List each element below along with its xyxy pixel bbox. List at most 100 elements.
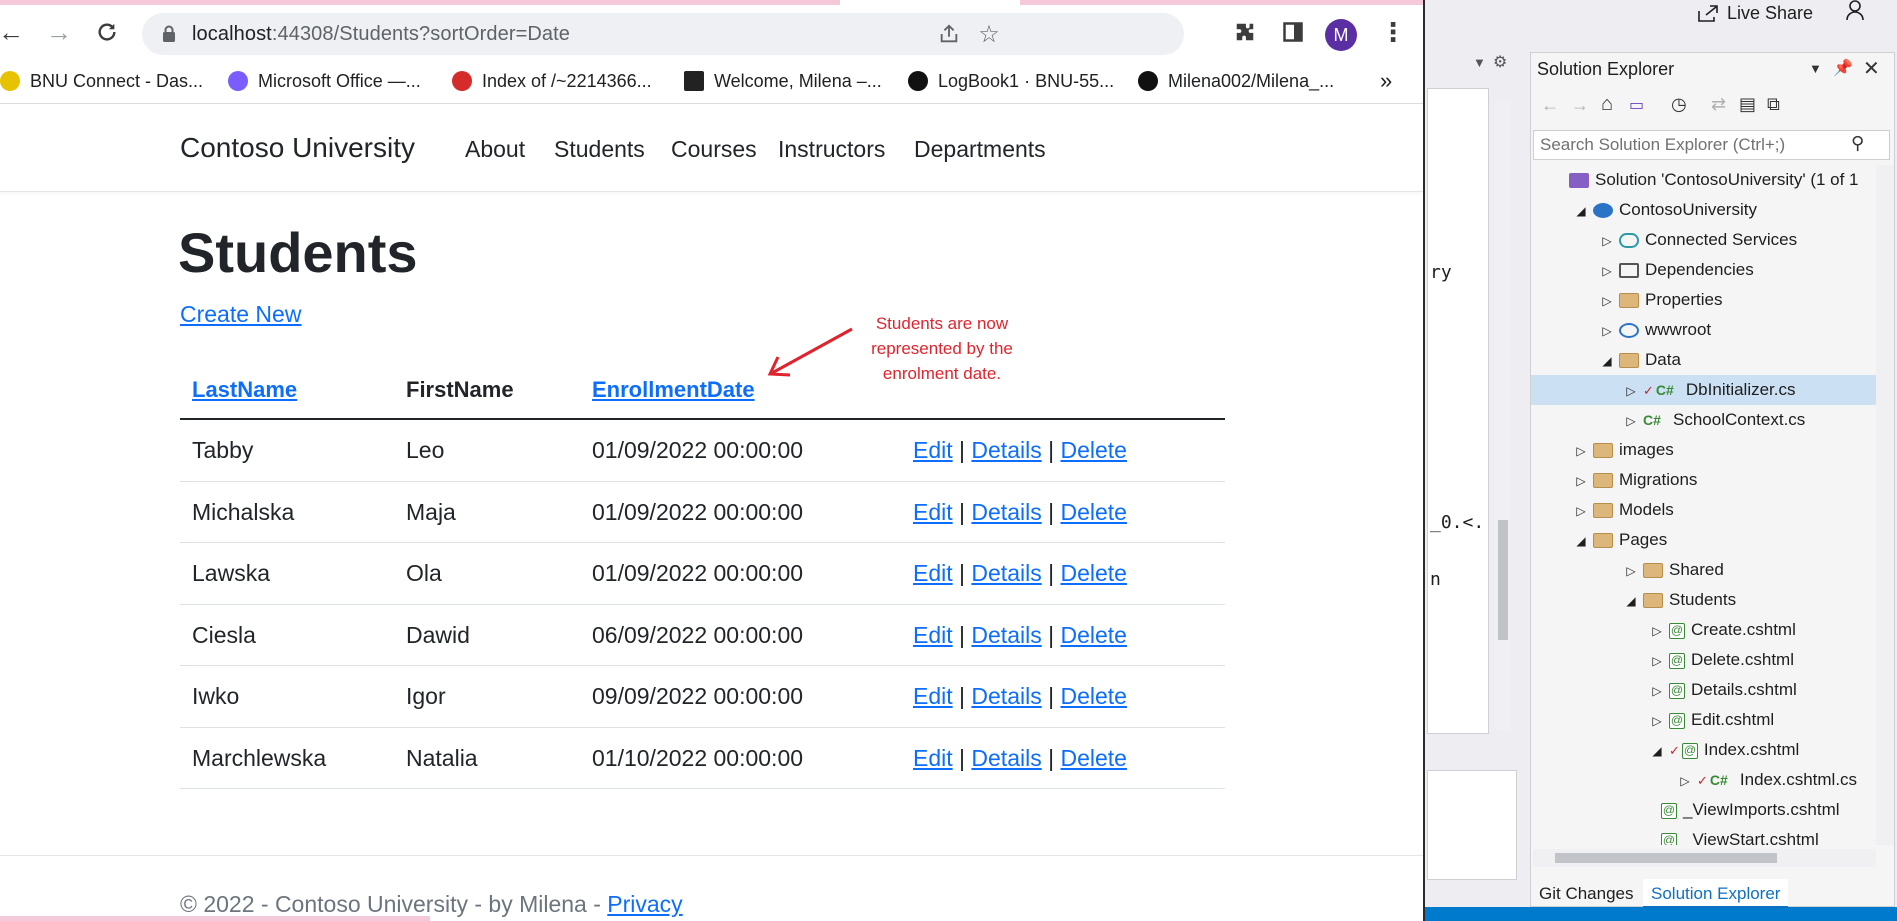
sort-enrollmentdate-link[interactable]: EnrollmentDate: [592, 377, 755, 403]
tree-item[interactable]: ▷ @ Delete.cshtml: [1531, 645, 1876, 675]
tree-item[interactable]: ▷ Shared: [1531, 555, 1876, 585]
tree-item[interactable]: ▷ @ Create.cshtml: [1531, 615, 1876, 645]
expand-arrow-icon[interactable]: ▷: [1599, 256, 1615, 286]
delete-link[interactable]: Delete: [1060, 622, 1126, 648]
expand-arrow-icon[interactable]: ▷: [1573, 466, 1589, 496]
pin-icon[interactable]: 📌: [1833, 53, 1853, 85]
url-text[interactable]: localhost:44308/Students?sortOrder=Date: [192, 13, 570, 55]
collapse-arrow-icon[interactable]: ◢: [1573, 526, 1589, 556]
expand-arrow-icon[interactable]: ▷: [1623, 406, 1639, 436]
tree-item[interactable]: ▷ Dependencies: [1531, 255, 1876, 285]
switch-views-icon[interactable]: ▭: [1629, 95, 1644, 115]
collapse-arrow-icon[interactable]: ◢: [1649, 736, 1665, 766]
extensions-icon[interactable]: [1230, 17, 1260, 47]
settings-gear-icon[interactable]: ⚙: [1493, 52, 1507, 72]
tree-horizontal-scrollbar[interactable]: [1533, 849, 1876, 867]
expand-arrow-icon[interactable]: ▷: [1599, 226, 1615, 256]
panel-dropdown-icon[interactable]: ▼: [1809, 53, 1822, 85]
bookmark-item[interactable]: Milena002/Milena_...: [1138, 66, 1334, 96]
code-editor[interactable]: ry _0.<. n: [1427, 88, 1489, 734]
show-all-files-icon[interactable]: ⧉: [1767, 94, 1780, 115]
site-brand[interactable]: Contoso University: [180, 132, 415, 164]
tree-vertical-scrollbar[interactable]: [1876, 165, 1894, 845]
tree-item[interactable]: Solution 'ContosoUniversity' (1 of 1: [1531, 165, 1876, 195]
tree-item[interactable]: ▷ C# SchoolContext.cs: [1531, 405, 1876, 435]
expand-arrow-icon[interactable]: ▷: [1623, 556, 1639, 586]
bookmark-item[interactable]: Welcome, Milena –...: [684, 66, 882, 96]
menu-icon[interactable]: ⋮: [1378, 17, 1408, 47]
expand-arrow-icon[interactable]: ▷: [1649, 646, 1665, 676]
solution-explorer-search[interactable]: Search Solution Explorer (Ctrl+;): [1533, 130, 1890, 160]
bookmark-star-icon[interactable]: ☆: [974, 19, 1004, 49]
bookmark-item[interactable]: Index of /~2214366...: [452, 66, 652, 96]
nav-about[interactable]: About: [465, 136, 525, 163]
home-icon[interactable]: ⌂: [1601, 93, 1613, 116]
edit-link[interactable]: Edit: [913, 560, 953, 586]
create-new-link[interactable]: Create New: [180, 301, 301, 328]
pending-changes-icon[interactable]: ◷: [1671, 94, 1687, 115]
tree-item[interactable]: ◢ ✓ @ Index.cshtml: [1531, 735, 1876, 765]
details-link[interactable]: Details: [971, 683, 1041, 709]
tree-item[interactable]: ◢ Students: [1531, 585, 1876, 615]
details-link[interactable]: Details: [971, 745, 1041, 771]
tree-item[interactable]: ▷ ✓ C# DbInitializer.cs: [1531, 375, 1876, 405]
bookmark-item[interactable]: LogBook1 · BNU-55...: [908, 66, 1114, 96]
privacy-link[interactable]: Privacy: [607, 891, 682, 917]
profile-avatar[interactable]: M: [1325, 19, 1357, 51]
tree-item[interactable]: ▷ Properties: [1531, 285, 1876, 315]
tree-scrollbar-thumb[interactable]: [1555, 853, 1777, 863]
tree-item[interactable]: ▷ Models: [1531, 495, 1876, 525]
tree-item[interactable]: ◢ Data: [1531, 345, 1876, 375]
collapse-arrow-icon[interactable]: ◢: [1573, 196, 1589, 226]
edit-link[interactable]: Edit: [913, 622, 953, 648]
tree-item[interactable]: ▷ images: [1531, 435, 1876, 465]
tree-item[interactable]: ▷ Migrations: [1531, 465, 1876, 495]
sort-lastname-link[interactable]: LastName: [192, 377, 297, 403]
tree-item[interactable]: ▷ Connected Services: [1531, 225, 1876, 255]
editor-scrollbar-thumb[interactable]: [1498, 520, 1508, 640]
nav-students[interactable]: Students: [554, 136, 645, 163]
edit-link[interactable]: Edit: [913, 745, 953, 771]
expand-arrow-icon[interactable]: ▷: [1649, 706, 1665, 736]
expand-arrow-icon[interactable]: ▷: [1649, 616, 1665, 646]
share-icon[interactable]: [934, 19, 964, 49]
back-icon[interactable]: ←: [1541, 95, 1559, 116]
collapse-arrow-icon[interactable]: ◢: [1599, 346, 1615, 376]
forward-icon[interactable]: →: [1571, 95, 1589, 116]
lock-icon[interactable]: [162, 25, 176, 43]
nav-instructors[interactable]: Instructors: [778, 136, 885, 163]
expand-arrow-icon[interactable]: ▷: [1599, 286, 1615, 316]
back-icon[interactable]: ←: [0, 15, 28, 49]
delete-link[interactable]: Delete: [1060, 745, 1126, 771]
delete-link[interactable]: Delete: [1060, 560, 1126, 586]
bookmark-item[interactable]: BNU Connect - Das...: [0, 66, 203, 96]
nav-courses[interactable]: Courses: [671, 136, 757, 163]
more-bookmarks-button[interactable]: »: [1380, 66, 1392, 96]
edit-link[interactable]: Edit: [913, 683, 953, 709]
tree-item[interactable]: ▷ wwwroot: [1531, 315, 1876, 345]
tree-item[interactable]: ◢ Pages: [1531, 525, 1876, 555]
expand-arrow-icon[interactable]: ▷: [1573, 436, 1589, 466]
collapse-all-icon[interactable]: ▤: [1739, 94, 1756, 115]
address-bar[interactable]: localhost:44308/Students?sortOrder=Date …: [142, 13, 1184, 55]
details-link[interactable]: Details: [971, 499, 1041, 525]
delete-link[interactable]: Delete: [1060, 499, 1126, 525]
dropdown-arrow-icon[interactable]: ▼: [1473, 55, 1486, 70]
tab-solution-explorer[interactable]: Solution Explorer: [1643, 879, 1789, 908]
account-icon[interactable]: [1845, 0, 1871, 22]
collapse-arrow-icon[interactable]: ◢: [1623, 586, 1639, 616]
edit-link[interactable]: Edit: [913, 437, 953, 463]
details-link[interactable]: Details: [971, 622, 1041, 648]
search-icon[interactable]: ⚲: [1851, 133, 1864, 154]
tab-git-changes[interactable]: Git Changes: [1531, 879, 1642, 908]
delete-link[interactable]: Delete: [1060, 683, 1126, 709]
live-share-button[interactable]: Live Share: [1697, 0, 1813, 26]
details-link[interactable]: Details: [971, 437, 1041, 463]
expand-arrow-icon[interactable]: ▷: [1623, 376, 1639, 406]
sync-icon[interactable]: ⇄: [1711, 94, 1726, 115]
nav-departments[interactable]: Departments: [914, 136, 1046, 163]
bookmark-item[interactable]: Microsoft Office —...: [228, 66, 421, 96]
close-icon[interactable]: ✕: [1863, 53, 1880, 85]
reload-icon[interactable]: [90, 15, 124, 49]
delete-link[interactable]: Delete: [1060, 437, 1126, 463]
